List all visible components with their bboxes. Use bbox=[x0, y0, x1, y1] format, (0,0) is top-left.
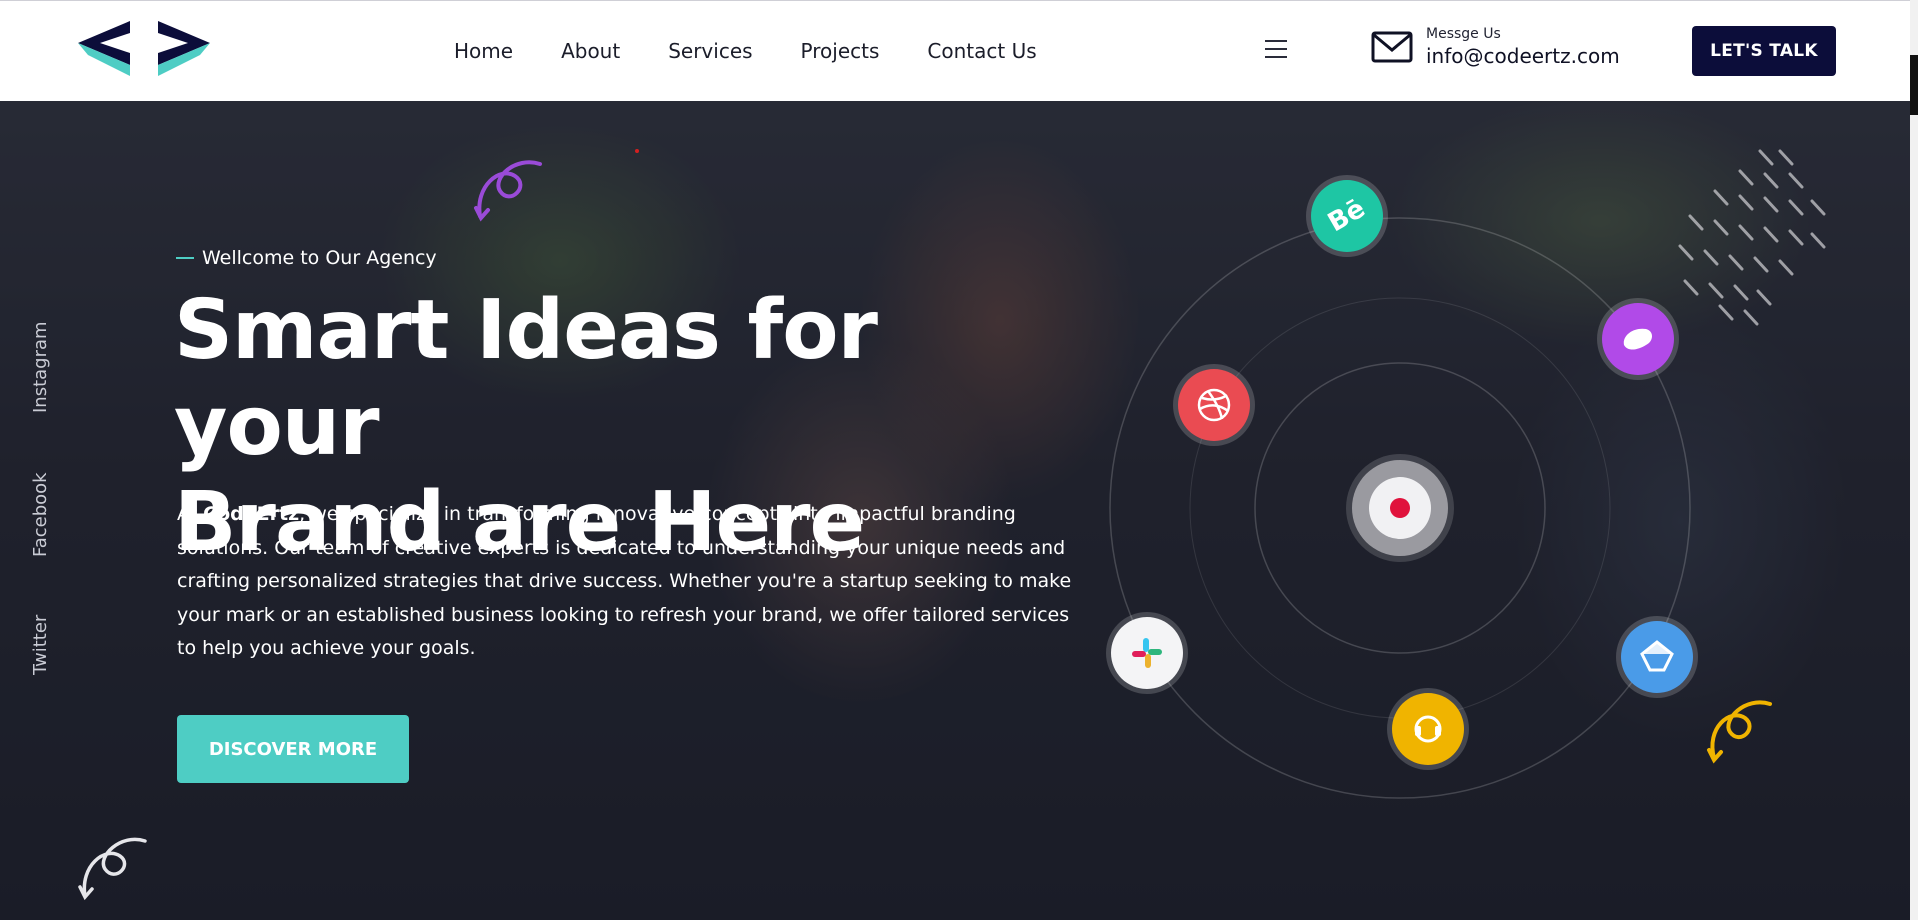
hero-description-brand: CodeErtz bbox=[203, 503, 300, 525]
slack-icon[interactable] bbox=[1111, 617, 1183, 689]
dash-pattern-decoration bbox=[1678, 149, 1826, 326]
nav-projects[interactable]: Projects bbox=[777, 37, 904, 65]
social-facebook[interactable]: Facebook bbox=[30, 472, 51, 557]
hero-description-prefix: At bbox=[177, 503, 204, 525]
nav-home[interactable]: Home bbox=[446, 37, 537, 65]
hero-eyebrow: Wellcome to Our Agency bbox=[176, 247, 437, 269]
site-header: Home About Services Projects Contact Us … bbox=[0, 0, 1918, 101]
sketch-icon[interactable] bbox=[1621, 621, 1693, 693]
hero-eyebrow-text: Wellcome to Our Agency bbox=[202, 247, 437, 269]
blob-glyph-icon bbox=[1623, 328, 1652, 350]
center-app-inner bbox=[1369, 477, 1431, 539]
lets-talk-button[interactable]: LET'S TALK bbox=[1692, 26, 1836, 76]
hero-title-line1: Smart Ideas for your bbox=[174, 283, 878, 474]
sketch-glyph-icon bbox=[1640, 640, 1674, 672]
white-swirl-icon bbox=[78, 837, 147, 901]
page-scrollbar[interactable] bbox=[1910, 0, 1918, 920]
dribbble-glyph-icon bbox=[1197, 388, 1231, 422]
dribbble-icon[interactable] bbox=[1178, 369, 1250, 441]
accent-dash bbox=[176, 257, 194, 259]
hero-description-rest: , we specialize in transforming innovati… bbox=[177, 503, 1072, 659]
main-nav: Home About Services Projects Contact Us bbox=[446, 37, 1061, 65]
social-instagram[interactable]: Instagram bbox=[30, 321, 51, 413]
mail-icon bbox=[1371, 31, 1413, 63]
center-app-icon[interactable] bbox=[1352, 460, 1448, 556]
nav-services[interactable]: Services bbox=[644, 37, 776, 65]
slack-glyph-icon bbox=[1132, 638, 1162, 668]
scrollbar-thumb[interactable] bbox=[1910, 55, 1918, 115]
contact-info: Messge Us info@codeertz.com bbox=[1370, 25, 1620, 69]
yellow-swirl-icon bbox=[1707, 700, 1772, 764]
discover-more-button[interactable]: DISCOVER MORE bbox=[177, 715, 409, 783]
hero-section: Instagram Facebook Twitter Wellcome to O… bbox=[0, 101, 1910, 920]
contact-text: Messge Us info@codeertz.com bbox=[1426, 25, 1620, 69]
center-app-dot-icon bbox=[1390, 498, 1410, 518]
contact-label: Messge Us bbox=[1426, 26, 1501, 42]
behance-icon[interactable]: Bē bbox=[1311, 180, 1383, 252]
nav-contact-us[interactable]: Contact Us bbox=[903, 37, 1060, 65]
support-icon[interactable] bbox=[1392, 693, 1464, 765]
hero-description: At CodeErtz, we specialize in transformi… bbox=[177, 498, 1077, 666]
codeertz-logo[interactable] bbox=[78, 21, 210, 76]
social-twitter[interactable]: Twitter bbox=[30, 615, 51, 675]
headset-glyph-icon bbox=[1414, 715, 1442, 743]
purple-swirl-icon bbox=[474, 160, 542, 222]
nav-about[interactable]: About bbox=[537, 37, 644, 65]
hamburger-menu-icon[interactable] bbox=[1265, 40, 1287, 58]
blob-app-icon[interactable] bbox=[1602, 303, 1674, 375]
contact-email[interactable]: info@codeertz.com bbox=[1426, 43, 1620, 69]
